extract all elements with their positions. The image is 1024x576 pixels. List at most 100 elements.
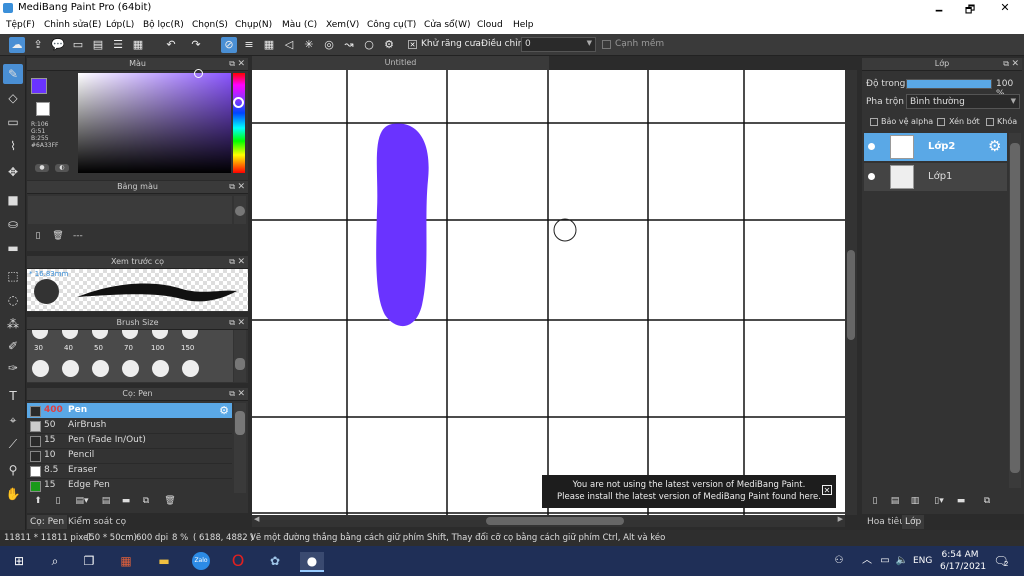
close-icon[interactable]: ✕ [237,181,245,193]
circle-snap-icon[interactable]: ◎ [321,37,337,53]
undock-icon[interactable]: ⧉ [229,58,235,70]
undock-icon[interactable]: ⧉ [1003,58,1009,70]
brush-list-item[interactable]: 400 Pen ⚙ [27,403,232,418]
snap-off-icon[interactable]: ⊘ [221,37,237,53]
duplicate-icon[interactable]: ⧉ [139,494,153,508]
shape-tool-icon[interactable]: ⌇ [3,136,23,156]
settings-icon[interactable]: ⚙ [381,37,397,53]
brush-tool-icon[interactable]: ✎ [3,64,23,84]
upload-icon[interactable]: ⇪ [30,37,46,53]
brush-list-item[interactable]: 10 Pencil [27,448,232,464]
size-dot[interactable] [152,330,168,339]
size-dot[interactable] [122,360,139,377]
size-dot[interactable] [152,360,169,377]
folder-icon[interactable]: ▬ [119,494,133,508]
brush-list-item[interactable]: 15 Edge Pen [27,478,232,493]
size-dot[interactable] [92,360,109,377]
close-icon[interactable]: ✕ [237,388,245,400]
opera-icon[interactable]: O [229,552,247,570]
windows-start-icon[interactable]: ⊞ [10,552,28,570]
cloud-icon[interactable]: ☁ [9,37,25,53]
delete-icon[interactable]: 🗑 [51,229,65,243]
brush-list-item[interactable]: 15 Pen (Fade In/Out) [27,433,232,449]
new-palette-icon[interactable]: ▯ [31,229,45,243]
layer-menu-icon[interactable]: ▯▾ [928,494,950,508]
select-pen-tool-icon[interactable]: ✐ [3,336,23,356]
rectangle-tool-icon[interactable]: ▭ [3,112,23,132]
task-view-icon[interactable]: ❐ [80,552,98,570]
close-icon[interactable]: ✕ [1011,58,1019,70]
delete-icon[interactable]: 🗑 [163,494,177,508]
add-color-icon[interactable]: ● [35,164,49,172]
move-tool-icon[interactable]: ✥ [3,162,23,182]
undo-icon[interactable]: ↶ [163,37,179,53]
grid-icon[interactable]: ▦ [130,37,146,53]
cross-snap-icon[interactable]: ▦ [261,37,277,53]
clock[interactable]: 6:54 AM 6/17/2021 [940,549,986,573]
clipping-checkbox[interactable] [937,118,945,126]
close-icon[interactable]: ✕ [822,485,832,495]
size-dot[interactable] [32,330,48,339]
menu-select[interactable]: Chọn(S) [192,20,228,30]
gradient-tool-icon[interactable]: ▬ [3,238,23,258]
tab-brush[interactable]: Cọ: Pen [27,515,68,529]
document-icon[interactable]: ▤ [90,37,106,53]
file-explorer-icon[interactable]: ▬ [155,552,173,570]
gear-icon[interactable]: ⚙ [219,403,229,418]
text-tool-icon[interactable]: T [3,386,23,406]
eye-icon[interactable] [868,173,875,180]
canvas-area[interactable]: You are not using the latest version of … [252,70,845,515]
undock-icon[interactable]: ⧉ [229,256,235,268]
eyedropper-tool-icon[interactable]: ⚲ [3,460,23,480]
size-dot[interactable] [32,360,49,377]
eye-icon[interactable] [868,143,875,150]
hand-tool-icon[interactable]: ✋ [3,484,23,504]
chevron-up-icon[interactable]: ︿ [858,552,876,570]
divide-tool-icon[interactable]: ⟋ [3,434,23,454]
close-window-button[interactable]: ✕ [990,1,1020,14]
menu-edit[interactable]: Chỉnh sửa(E) [44,20,101,30]
saturation-value-picker[interactable] [78,69,231,173]
size-dot[interactable] [182,360,199,377]
menu-snap[interactable]: Chụp(N) [235,20,272,30]
list-icon[interactable]: ☰ [110,37,126,53]
copy-brush-icon[interactable]: ▤ [99,494,113,508]
magic-wand-tool-icon[interactable]: ⁂ [3,314,23,334]
medibang-taskbar-icon[interactable]: ● [300,552,324,572]
protect-alpha-checkbox[interactable] [870,118,878,126]
antialias-checkbox[interactable]: ✕ [408,40,417,49]
people-icon[interactable]: ⚇ [830,552,848,570]
select-eraser-tool-icon[interactable]: ✑ [3,358,23,378]
volume-icon[interactable]: 🔈 [893,552,911,570]
palette-scrollbar[interactable] [234,196,246,224]
bucket-tool-icon[interactable]: ⛀ [3,214,23,234]
menu-help[interactable]: Help [513,20,534,30]
menu-cloud[interactable]: Cloud [477,20,503,30]
secondary-color-swatch[interactable] [36,102,50,116]
zalo-icon[interactable]: Zalo [192,552,210,570]
operation-tool-icon[interactable]: ⌖ [3,410,23,430]
size-dot[interactable] [122,330,138,339]
menu-view[interactable]: Xem(V) [326,20,359,30]
chat-icon[interactable]: ▭ [70,37,86,53]
gear-icon[interactable]: ⚙ [988,137,1001,155]
language-indicator[interactable]: ENG [913,556,932,566]
canvas-tab[interactable]: Untitled [252,56,549,70]
redo-icon[interactable]: ↷ [188,37,204,53]
layer-scrollbar[interactable] [1009,133,1021,488]
ring-icon[interactable]: ○ [361,37,377,53]
menu-layer[interactable]: Lớp(L) [106,20,134,30]
network-icon[interactable]: ▭ [876,552,894,570]
brush-menu-icon[interactable]: ▤▾ [71,494,93,508]
comment-icon[interactable]: 💬 [50,37,66,53]
duplicate-icon[interactable]: ⧉ [980,494,994,508]
palette-swatches[interactable] [28,196,232,224]
eraser-tool-icon[interactable]: ◇ [3,88,23,108]
select-rect-tool-icon[interactable]: ⬚ [3,266,23,286]
size-dot[interactable] [62,360,79,377]
undock-icon[interactable]: ⧉ [229,181,235,193]
hue-slider[interactable] [233,73,245,173]
menu-color[interactable]: Màu (C) [282,20,317,30]
tab-layer[interactable]: Lớp [902,515,925,529]
canvas-vertical-scrollbar[interactable] [845,70,857,515]
